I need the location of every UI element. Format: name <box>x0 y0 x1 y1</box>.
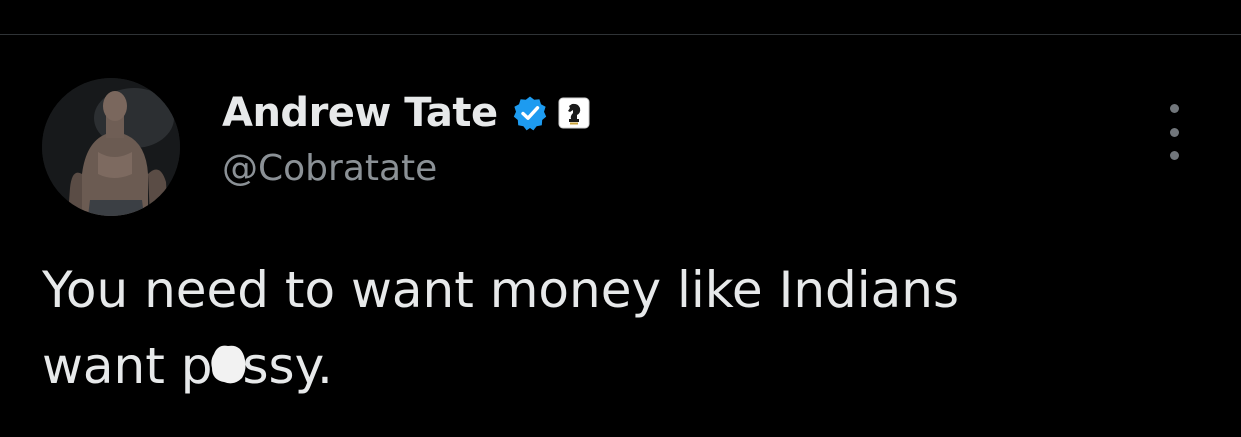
tweet-text-line-1: You need to want money like Indians <box>42 261 960 319</box>
more-dot <box>1169 104 1179 113</box>
avatar[interactable] <box>42 78 180 216</box>
tweet-text: You need to want money like Indians want… <box>42 252 1202 404</box>
avatar-photo <box>42 78 180 216</box>
affiliate-knight-icon[interactable] <box>558 97 590 129</box>
more-dot <box>1169 127 1179 137</box>
tweet: Andrew Tate @Cobratate You need to want <box>0 0 1241 437</box>
verified-badge-icon[interactable] <box>512 95 548 131</box>
name-row: Andrew Tate <box>222 86 1122 140</box>
handle[interactable]: @Cobratate <box>222 148 1122 189</box>
tweet-text-line-2: want p ssy. <box>42 328 1202 404</box>
more-dot <box>1169 151 1179 160</box>
redaction-blot <box>211 328 247 404</box>
tweet-text-line-2-suffix: ssy. <box>242 337 333 395</box>
tweet-text-line-2-prefix: want p <box>42 337 213 395</box>
redaction-blob-icon <box>211 345 247 384</box>
more-options-icon[interactable] <box>1158 104 1190 160</box>
tweet-header: Andrew Tate @Cobratate <box>222 86 1122 206</box>
display-name[interactable]: Andrew Tate <box>222 90 498 136</box>
